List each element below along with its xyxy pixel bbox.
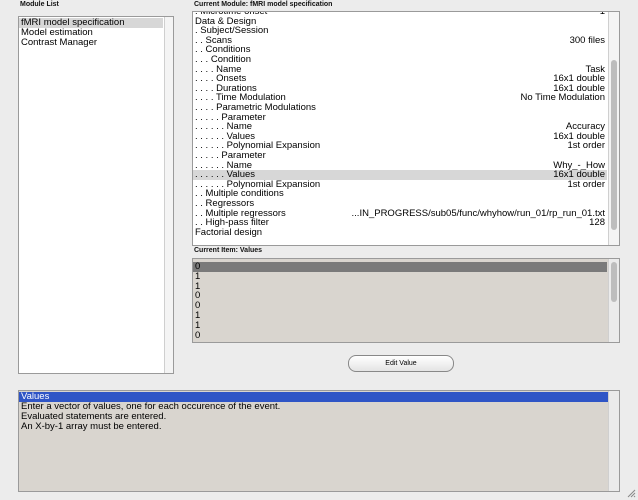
tree-row[interactable]: . . . . . . Name Why_-_How [193,160,607,171]
edit-value-button[interactable]: Edit Value [348,355,454,372]
current-item-label: Current Item: Values [194,247,263,254]
tree-row-value: 128 [589,217,605,229]
tree-row[interactable]: . . Scans 300 files [193,34,607,46]
tree-row[interactable]: . . . Condition [193,55,607,65]
tree-row[interactable]: . . . . . Parameter [193,151,607,161]
tree-row[interactable]: . Subject/Session [193,26,607,36]
tree-row-value: 1st order [567,178,606,190]
tree-row-label: Factorial design [195,226,263,238]
module-tree-scroll-thumb[interactable] [611,60,617,230]
tree-row[interactable]: . . Multiple conditions [193,189,607,199]
module-tree-scrollbar[interactable] [608,12,619,245]
resize-grip-icon[interactable] [626,488,636,498]
tree-row-value: 300 files [569,34,605,46]
tree-row[interactable]: Factorial design [193,226,607,238]
tree-row-value: No Time Modulation [520,92,605,104]
values-scrollbar[interactable] [608,259,619,342]
tree-row[interactable]: . . . . . . Name Accuracy [193,122,607,132]
current-module-label: Current Module: fMRI model specification [194,1,333,8]
help-panel: Values Enter a vector of values, one for… [18,390,620,492]
module-tree[interactable]: . Microtime onset 1 Data & Design. Subject… [192,11,620,246]
tree-row[interactable]: . . Conditions [193,45,607,55]
help-line: An X-by-1 array must be entered. [21,421,162,432]
help-scrollbar[interactable] [608,391,619,491]
value-row[interactable]: 0 [195,330,200,341]
module-list-scrollbar[interactable] [164,17,173,373]
tree-row-value: 1st order [567,140,606,152]
module-item-contrast-manager[interactable]: Contrast Manager [21,38,97,48]
tree-row[interactable]: . . . . Name Task [193,64,607,75]
values-scroll-thumb[interactable] [611,262,617,302]
tree-row-value: ...IN_PROGRESS/sub05/func/whyhow/run_01/… [351,207,605,219]
current-item-values[interactable]: 01100110 [192,258,620,343]
value-row[interactable]: 0 [193,262,607,272]
tree-row[interactable]: . . . . . Parameter [193,112,607,123]
module-list-label: Module List [20,1,59,8]
module-list[interactable]: fMRI model specification Model estimatio… [18,16,174,374]
